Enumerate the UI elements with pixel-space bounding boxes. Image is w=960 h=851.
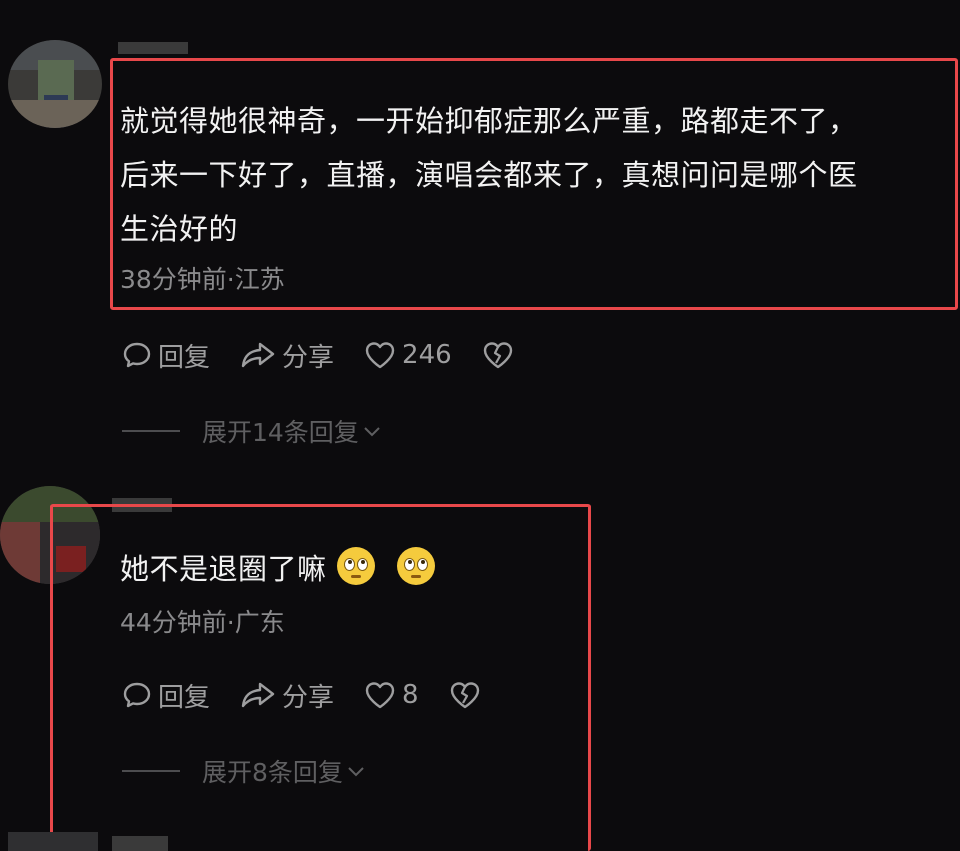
like-button[interactable]: 8 [364,680,419,710]
flushed-face-icon [396,547,435,585]
dislike-button[interactable] [449,680,487,710]
like-count: 246 [402,340,452,370]
share-button[interactable]: 分享 [240,677,334,714]
comment-item: 就觉得她很神奇，一开始抑郁症那么严重，路都走不了， 后来一下好了，直播，演唱会都… [0,0,960,480]
broken-heart-icon [450,682,479,709]
comment-item: 她不是退圈了嘛 44分钟前·广东 回复 分享 8 展开8条回复 [0,480,960,851]
share-label: 分享 [282,342,335,373]
comment-actions: 回复 分享 246 [122,337,550,373]
reply-label: 回复 [158,682,211,713]
flushed-face-icon [336,547,375,585]
share-button[interactable]: 分享 [240,337,334,374]
like-button[interactable]: 246 [364,340,452,370]
comment-meta: 38分钟前·江苏 [120,265,285,294]
heart-icon [365,682,395,709]
avatar[interactable] [8,832,98,851]
reply-button[interactable]: 回复 [122,337,210,374]
divider [122,430,180,432]
share-arrow-icon [241,682,275,708]
share-label: 分享 [282,682,335,713]
expand-replies-label: 展开14条回复 [202,418,359,447]
chevron-down-icon [364,427,380,437]
divider [122,770,180,772]
comment-bubble-icon [123,342,151,368]
comment-text-line: 她不是退圈了嘛 [120,552,327,586]
chevron-down-icon [348,767,364,777]
username-mosaic [112,836,168,851]
broken-heart-icon [483,342,512,369]
username-mosaic [118,42,188,54]
comment-meta: 44分钟前·广东 [120,608,285,637]
share-arrow-icon [241,342,275,368]
expand-replies-button[interactable]: 展开8条回复 [122,755,367,787]
heart-icon [365,342,395,369]
like-count: 8 [402,680,419,710]
comment-bubble-icon [123,682,151,708]
reply-button[interactable]: 回复 [122,677,210,714]
comment-text: 就觉得她很神奇，一开始抑郁症那么严重，路都走不了， 后来一下好了，直播，演唱会都… [120,94,955,256]
reply-label: 回复 [158,342,211,373]
expand-replies-label: 展开8条回复 [202,758,343,787]
comment-text-line: 就觉得她很神奇，一开始抑郁症那么严重，路都走不了， [120,104,858,138]
comment-actions: 回复 分享 8 [122,677,517,713]
comment-text-line: 生治好的 [120,212,239,246]
dislike-button[interactable] [482,340,520,370]
comment-text: 她不是退圈了嘛 [120,542,435,596]
comment-text-line: 后来一下好了，直播，演唱会都来了，真想问问是哪个医 [120,158,858,192]
expand-replies-button[interactable]: 展开14条回复 [122,415,383,447]
avatar[interactable] [8,40,102,128]
